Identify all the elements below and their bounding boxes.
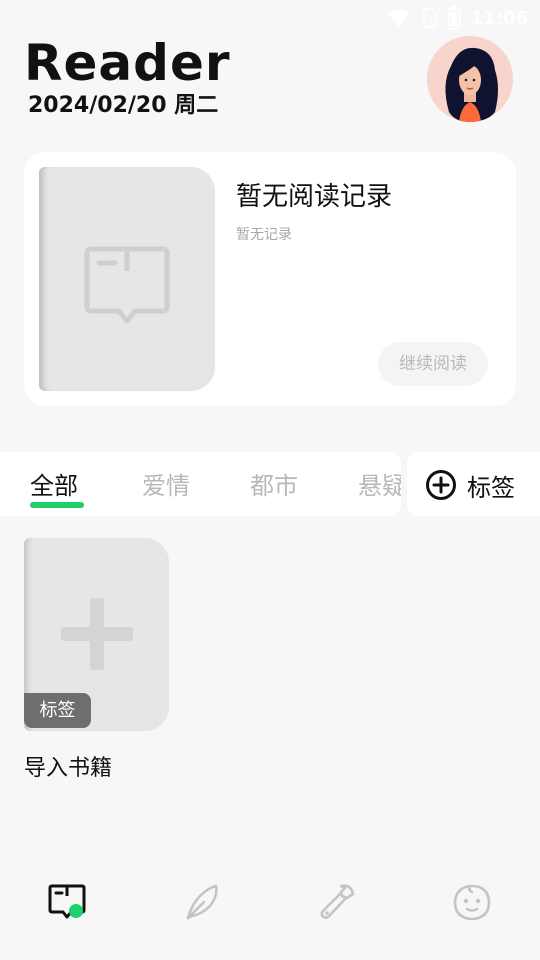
- tag-button[interactable]: 标签: [407, 452, 540, 516]
- status-time: 11:06: [470, 7, 528, 29]
- tab-romance[interactable]: 爱情: [142, 466, 190, 501]
- import-book-label[interactable]: 导入书籍: [24, 750, 112, 782]
- nav-tools[interactable]: [317, 882, 357, 922]
- wrench-icon: [320, 884, 355, 919]
- category-tabs: 全部 爱情 都市 悬疑: [0, 452, 401, 516]
- avatar[interactable]: [427, 36, 513, 122]
- recent-reading-card[interactable]: 暂无阅读记录 暂无记录 继续阅读: [24, 152, 516, 406]
- date-label: 2024/02/20 周二: [28, 93, 219, 118]
- bottom-navigation: [0, 860, 540, 950]
- recent-title: 暂无阅读记录: [236, 182, 393, 212]
- nav-profile[interactable]: [452, 882, 492, 922]
- app-title: Reader: [24, 34, 231, 92]
- book-chat-icon: [48, 884, 86, 919]
- face-icon: [453, 884, 491, 921]
- no-sim-icon: [421, 8, 437, 28]
- plus-icon: [61, 598, 133, 670]
- recent-subtitle: 暂无记录: [236, 227, 292, 243]
- active-tab-indicator: [30, 502, 84, 508]
- book-icon: [84, 246, 170, 324]
- recent-book-cover[interactable]: [39, 167, 215, 391]
- tag-button-label: 标签: [467, 474, 515, 502]
- avatar-illustration: [427, 36, 513, 122]
- battery-icon: [447, 6, 461, 30]
- tab-urban[interactable]: 都市: [250, 466, 298, 501]
- feather-icon: [186, 884, 218, 920]
- nav-bookshelf[interactable]: [47, 882, 87, 922]
- status-bar: 11:06: [0, 0, 540, 36]
- tab-all[interactable]: 全部: [30, 466, 78, 501]
- status-icons: 11:06: [387, 6, 528, 30]
- nav-write[interactable]: [182, 882, 222, 922]
- tab-suspense[interactable]: 悬疑: [358, 466, 401, 501]
- cover-tag-badge: 标签: [24, 693, 91, 728]
- import-book-tile[interactable]: 标签: [24, 538, 169, 731]
- wifi-icon: [387, 9, 410, 27]
- plus-circle-icon: [426, 470, 456, 500]
- continue-reading-button[interactable]: 继续阅读: [378, 342, 488, 386]
